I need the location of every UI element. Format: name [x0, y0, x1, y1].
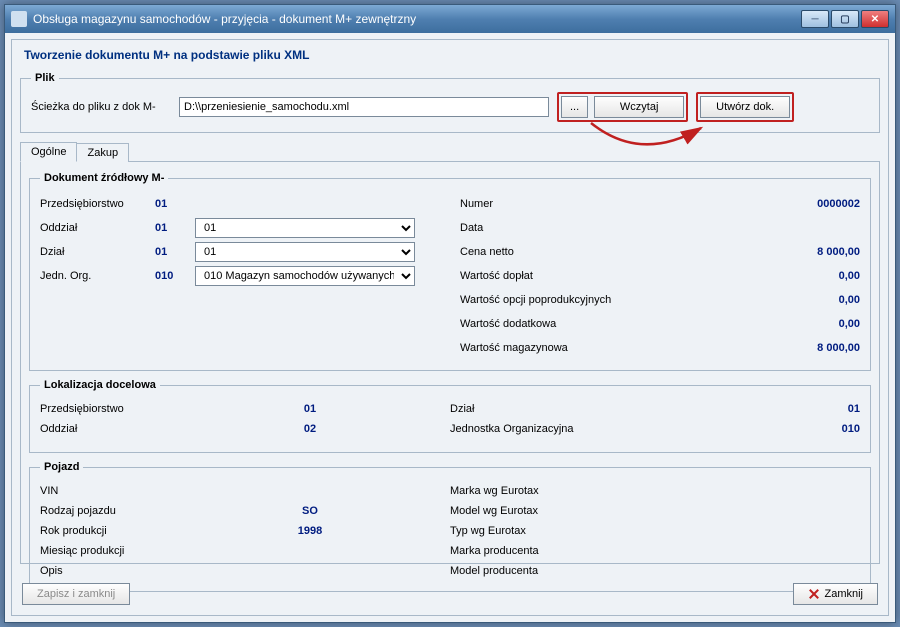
model-eurotax-label: Model wg Eurotax — [450, 505, 580, 517]
window-title: Obsługa magazynu samochodów - przyjęcia … — [33, 12, 801, 26]
loc-dept-label: Dział — [450, 403, 580, 415]
loc-branch-value: 02 — [170, 423, 450, 435]
additional-label: Wartość dodatkowa — [460, 318, 670, 330]
branch-value: 01 — [155, 222, 195, 234]
vehicle-type-label: Rodzaj pojazdu — [40, 505, 170, 517]
stock-label: Wartość magazynowa — [460, 342, 670, 354]
close-dialog-button[interactable]: Zamknij — [793, 583, 878, 605]
maximize-button[interactable]: ▢ — [831, 10, 859, 28]
year-value: 1998 — [170, 525, 450, 537]
app-window: Obsługa magazynu samochodów - przyjęcia … — [4, 4, 896, 623]
source-doc-legend: Dokument źródłowy M- — [40, 172, 168, 184]
client-area: Tworzenie dokumentu M+ na podstawie plik… — [5, 33, 895, 622]
vehicle-group: Pojazd VIN Rodzaj pojazdu SO — [29, 461, 871, 592]
loc-org-label: Jednostka Organizacyjna — [450, 423, 620, 435]
file-path-input[interactable] — [179, 97, 549, 117]
file-legend: Plik — [31, 72, 59, 84]
source-doc-group: Dokument źródłowy M- Przedsiębiorstwo 01… — [29, 172, 871, 371]
typ-eurotax-label: Typ wg Eurotax — [450, 525, 580, 537]
file-path-label: Ścieżka do pliku z dok M- — [31, 101, 171, 113]
model-prod-label: Model producenta — [450, 565, 580, 577]
create-doc-button[interactable]: Utwórz dok. — [700, 96, 790, 118]
date-label: Data — [460, 222, 670, 234]
app-icon — [11, 11, 27, 27]
enterprise-value: 01 — [155, 198, 195, 210]
vehicle-legend: Pojazd — [40, 461, 83, 473]
org-label: Jedn. Org. — [40, 270, 155, 282]
stock-value: 8 000,00 — [670, 342, 860, 354]
titlebar[interactable]: Obsługa magazynu samochodów - przyjęcia … — [5, 5, 895, 33]
loc-org-value: 010 — [620, 423, 860, 435]
marka-eurotax-label: Marka wg Eurotax — [450, 485, 580, 497]
highlight-create: Utwórz dok. — [696, 92, 794, 122]
surcharge-value: 0,00 — [670, 270, 860, 282]
highlight-load-group: ... Wczytaj — [557, 92, 688, 122]
minimize-button[interactable]: ─ — [801, 10, 829, 28]
dept-label: Dział — [40, 246, 155, 258]
tab-general[interactable]: Ogólne — [20, 142, 77, 162]
branch-select[interactable]: 01 — [195, 218, 415, 238]
branch-label: Oddział — [40, 222, 155, 234]
tab-purchase[interactable]: Zakup — [76, 143, 129, 162]
marka-prod-label: Marka producenta — [450, 545, 580, 557]
bottom-bar: Zapisz i zamknij Zamknij — [22, 583, 878, 605]
org-value: 010 — [155, 270, 195, 282]
file-group: Plik Ścieżka do pliku z dok M- ... Wczyt… — [20, 72, 880, 133]
number-label: Numer — [460, 198, 670, 210]
net-value: 8 000,00 — [670, 246, 860, 258]
window-buttons: ─ ▢ ✕ — [801, 10, 889, 28]
close-icon — [808, 588, 820, 600]
dept-select[interactable]: 01 — [195, 242, 415, 262]
load-button[interactable]: Wczytaj — [594, 96, 684, 118]
additional-value: 0,00 — [670, 318, 860, 330]
tabstrip: Ogólne Zakup — [20, 141, 880, 162]
tab-body: Dokument źródłowy M- Przedsiębiorstwo 01… — [20, 162, 880, 564]
vin-label: VIN — [40, 485, 170, 497]
desc-label: Opis — [40, 565, 170, 577]
vehicle-type-value: SO — [170, 505, 450, 517]
org-select[interactable]: 010 Magazyn samochodów używanych Magazy — [195, 266, 415, 286]
loc-branch-label: Oddział — [40, 423, 170, 435]
loc-enterprise-label: Przedsiębiorstwo — [40, 403, 170, 415]
target-location-legend: Lokalizacja docelowa — [40, 379, 160, 391]
loc-dept-value: 01 — [580, 403, 860, 415]
postprod-value: 0,00 — [670, 294, 860, 306]
loc-enterprise-value: 01 — [170, 403, 450, 415]
browse-button[interactable]: ... — [561, 96, 588, 118]
number-value: 0000002 — [670, 198, 860, 210]
save-close-button[interactable]: Zapisz i zamknij — [22, 583, 130, 605]
inner-frame: Tworzenie dokumentu M+ na podstawie plik… — [11, 39, 889, 616]
year-label: Rok produkcji — [40, 525, 170, 537]
dept-value: 01 — [155, 246, 195, 258]
month-label: Miesiąc produkcji — [40, 545, 170, 557]
net-label: Cena netto — [460, 246, 670, 258]
target-location-group: Lokalizacja docelowa Przedsiębiorstwo 01… — [29, 379, 871, 453]
page-subtitle: Tworzenie dokumentu M+ na podstawie plik… — [20, 46, 880, 68]
postprod-label: Wartość opcji poprodukcyjnych — [460, 294, 670, 306]
close-dialog-label: Zamknij — [824, 588, 863, 600]
surcharge-label: Wartość dopłat — [460, 270, 670, 282]
close-button[interactable]: ✕ — [861, 10, 889, 28]
enterprise-label: Przedsiębiorstwo — [40, 198, 155, 210]
